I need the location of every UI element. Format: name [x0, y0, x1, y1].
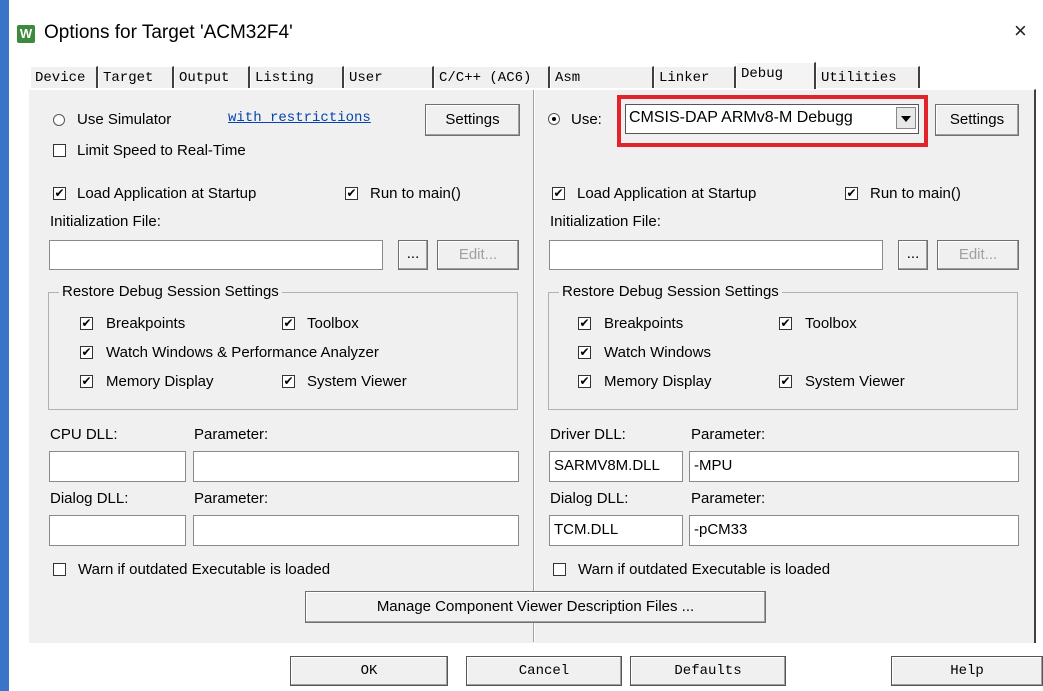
left-system-viewer-checkbox[interactable]: ✔ — [282, 375, 295, 388]
limit-speed-checkbox[interactable] — [53, 144, 66, 157]
right-restore-title: Restore Debug Session Settings — [559, 283, 782, 300]
left-run-to-main-checkbox[interactable]: ✔ — [345, 187, 358, 200]
tab-linker[interactable]: Linker — [654, 66, 736, 88]
left-restore-title: Restore Debug Session Settings — [59, 283, 282, 300]
left-warn-label: Warn if outdated Executable is loaded — [78, 561, 331, 578]
left-breakpoints-checkbox[interactable]: ✔ — [80, 317, 93, 330]
right-warn-checkbox[interactable] — [553, 563, 566, 576]
with-restrictions-link[interactable]: with restrictions — [228, 110, 371, 126]
limit-speed-label: Limit Speed to Real-Time — [77, 142, 246, 159]
right-toolbox-checkbox[interactable]: ✔ — [779, 317, 792, 330]
left-edit-button[interactable]: Edit... — [437, 240, 519, 270]
right-load-app-checkbox[interactable]: ✔ — [552, 187, 565, 200]
cpu-parameter-input[interactable] — [193, 451, 519, 482]
left-system-viewer-label: System Viewer — [307, 373, 407, 390]
right-edit-button[interactable]: Edit... — [937, 240, 1019, 270]
tab-device[interactable]: Device — [30, 66, 98, 88]
left-watch-label: Watch Windows & Performance Analyzer — [106, 344, 379, 361]
tab-listing[interactable]: Listing — [250, 66, 344, 88]
right-init-file-label: Initialization File: — [550, 213, 661, 230]
right-breakpoints-label: Breakpoints — [604, 315, 684, 332]
right-browse-button[interactable]: ... — [898, 240, 928, 270]
left-init-file-input[interactable] — [49, 240, 383, 270]
right-dialog-parameter-input[interactable]: -pCM33 — [689, 515, 1019, 546]
keil-app-icon: W — [17, 25, 35, 43]
use-simulator-label: Use Simulator — [77, 111, 172, 128]
close-icon[interactable]: × — [1014, 18, 1027, 44]
right-dialog-dll-input[interactable]: TCM.DLL — [549, 515, 683, 546]
left-dialog-parameter-label: Parameter: — [194, 490, 269, 507]
help-button[interactable]: Help — [891, 656, 1043, 686]
tab-c-cpp[interactable]: C/C++ (AC6) — [434, 66, 550, 88]
left-memory-label: Memory Display — [106, 373, 214, 390]
right-run-to-main-label: Run to main() — [870, 185, 961, 202]
left-memory-checkbox[interactable]: ✔ — [80, 375, 93, 388]
manage-component-viewer-button[interactable]: Manage Component Viewer Description File… — [305, 591, 766, 623]
window-title: Options for Target 'ACM32F4' — [44, 22, 293, 43]
ok-button[interactable]: OK — [290, 656, 448, 686]
right-load-app-label: Load Application at Startup — [577, 185, 757, 202]
driver-dll-label: Driver DLL: — [550, 426, 626, 443]
options-dialog: W Options for Target 'ACM32F4' × Device … — [0, 0, 1043, 691]
cancel-button[interactable]: Cancel — [466, 656, 622, 686]
panel-divider-highlight — [534, 90, 535, 642]
right-memory-checkbox[interactable]: ✔ — [578, 375, 591, 388]
tab-debug[interactable]: Debug — [736, 62, 816, 89]
right-memory-label: Memory Display — [604, 373, 712, 390]
tab-output[interactable]: Output — [174, 66, 250, 88]
driver-parameter-label: Parameter: — [691, 426, 766, 443]
tab-target[interactable]: Target — [98, 66, 174, 88]
left-load-app-label: Load Application at Startup — [77, 185, 257, 202]
left-dialog-parameter-input[interactable] — [193, 515, 519, 546]
left-warn-checkbox[interactable] — [53, 563, 66, 576]
use-label: Use: — [571, 111, 602, 128]
left-run-to-main-label: Run to main() — [370, 185, 461, 202]
left-toolbox-label: Toolbox — [307, 315, 359, 332]
window-left-edge — [0, 0, 9, 691]
tab-asm[interactable]: Asm — [550, 66, 654, 88]
red-highlight-box — [617, 95, 928, 147]
driver-dll-input[interactable]: SARMV8M.DLL — [549, 451, 683, 482]
right-run-to-main-checkbox[interactable]: ✔ — [845, 187, 858, 200]
use-debugger-radio[interactable] — [548, 113, 560, 125]
right-system-viewer-label: System Viewer — [805, 373, 905, 390]
right-warn-label: Warn if outdated Executable is loaded — [578, 561, 831, 578]
driver-parameter-input[interactable]: -MPU — [689, 451, 1019, 482]
right-system-viewer-checkbox[interactable]: ✔ — [779, 375, 792, 388]
right-watch-label: Watch Windows — [604, 344, 711, 361]
left-init-file-label: Initialization File: — [50, 213, 161, 230]
right-dialog-dll-label: Dialog DLL: — [550, 490, 629, 507]
cpu-dll-label: CPU DLL: — [50, 426, 118, 443]
cpu-dll-input[interactable] — [49, 451, 186, 482]
debugger-settings-button[interactable]: Settings — [935, 104, 1019, 136]
right-breakpoints-checkbox[interactable]: ✔ — [578, 317, 591, 330]
left-load-app-checkbox[interactable]: ✔ — [53, 187, 66, 200]
defaults-button[interactable]: Defaults — [630, 656, 786, 686]
left-breakpoints-label: Breakpoints — [106, 315, 186, 332]
radio-selected-dot — [552, 117, 556, 121]
left-toolbox-checkbox[interactable]: ✔ — [282, 317, 295, 330]
right-watch-checkbox[interactable]: ✔ — [578, 346, 591, 359]
tab-user[interactable]: User — [344, 66, 434, 88]
right-toolbox-label: Toolbox — [805, 315, 857, 332]
tab-utilities[interactable]: Utilities — [816, 66, 920, 88]
right-init-file-input[interactable] — [549, 240, 883, 270]
left-browse-button[interactable]: ... — [398, 240, 428, 270]
simulator-settings-button[interactable]: Settings — [425, 104, 520, 136]
right-dialog-parameter-label: Parameter: — [691, 490, 766, 507]
use-simulator-radio[interactable] — [53, 114, 65, 126]
left-watch-checkbox[interactable]: ✔ — [80, 346, 93, 359]
cpu-parameter-label: Parameter: — [194, 426, 269, 443]
left-dialog-dll-input[interactable] — [49, 515, 186, 546]
left-dialog-dll-label: Dialog DLL: — [50, 490, 129, 507]
